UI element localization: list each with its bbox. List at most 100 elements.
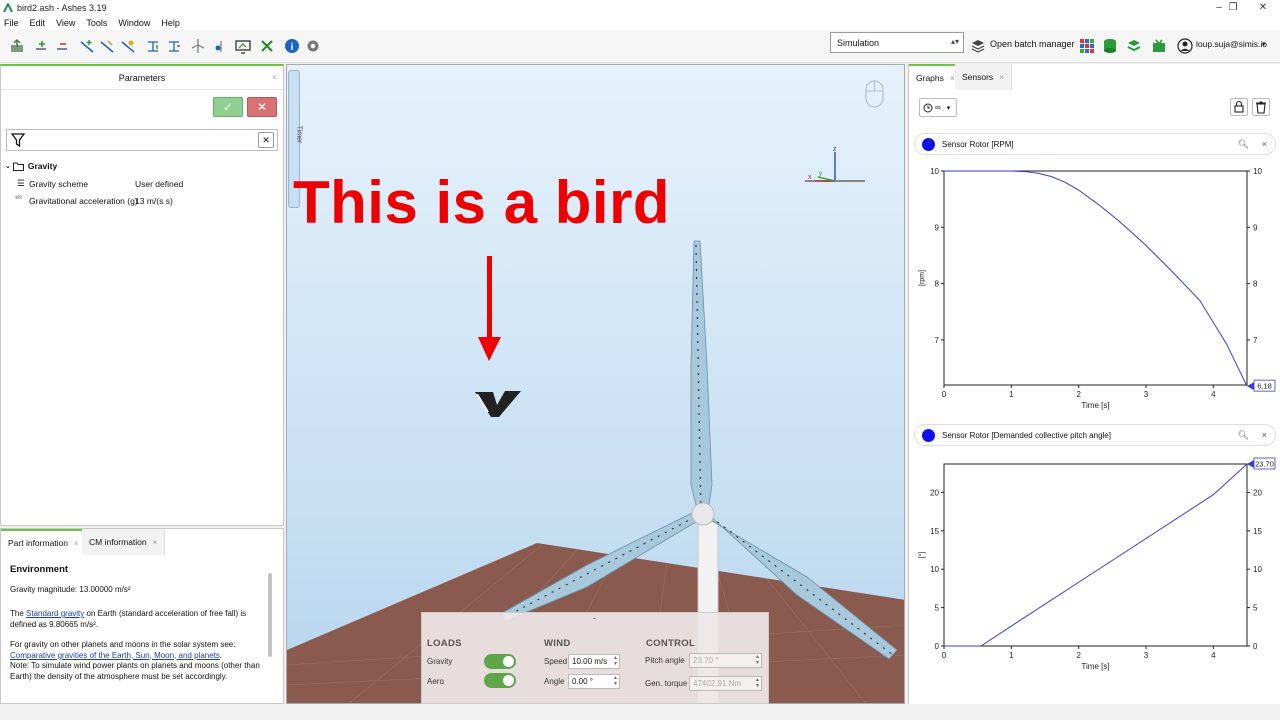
rpm-chart: 0 1 2 3 4 7 7 8 8 9 9 10 10 Time [s] [rpm] 6.18 (919, 167, 1276, 410)
tab-cm-information[interactable]: CM information × (82, 529, 166, 555)
y-tick-label-right: 0 (1253, 642, 1258, 651)
gravity-label: Gravity (427, 657, 453, 666)
tab-label: Sensors (962, 72, 994, 82)
tree-group-gravity[interactable]: ⌄ Gravity (5, 161, 57, 171)
mode-select[interactable]: Simulation ▴▾ (830, 32, 964, 53)
parameters-panel: Parameters × ✓ ✕ ✕ ⌄ Gravity ☰ Gravity s… (0, 64, 284, 526)
settings-gear-icon[interactable] (305, 38, 321, 54)
wind-speed-input[interactable]: 10.00 m/s ▲ ▼ (568, 654, 620, 669)
x-axis-label: Time [s] (1081, 662, 1109, 671)
add-constraint-icon[interactable] (145, 38, 161, 54)
run-analysis-icon[interactable] (259, 38, 275, 54)
comparative-gravities-link[interactable]: Comparative gravities of the Earth, Sun,… (10, 651, 220, 660)
param-value[interactable]: 13 m/(s s) (135, 196, 173, 206)
standard-gravity-link[interactable]: Standard gravity (26, 609, 84, 618)
close-tab-icon[interactable]: × (999, 73, 1004, 82)
zoom-icon[interactable]: 🔍︎ (1238, 430, 1249, 441)
add-beam-icon[interactable] (79, 38, 95, 54)
apply-button[interactable]: ✓ (213, 97, 243, 117)
param-value[interactable]: User defined (135, 179, 183, 189)
wind-angle-input[interactable]: 0.00 ° ▲ ▼ (568, 674, 620, 689)
tab-part-information[interactable]: Part information × (1, 529, 87, 555)
close-tab-icon[interactable]: × (153, 538, 158, 547)
delete-button[interactable] (1252, 98, 1270, 116)
scrollbar[interactable] (268, 573, 272, 657)
batch-manager-icon[interactable] (970, 38, 986, 54)
lock-icon (1234, 100, 1244, 113)
user-avatar-icon[interactable] (1177, 38, 1193, 54)
discard-button[interactable]: ✕ (247, 97, 277, 117)
menu-view[interactable]: View (56, 18, 75, 28)
orientation-axes-icon (805, 152, 865, 182)
tab-sensors[interactable]: Sensors × (955, 64, 1012, 90)
x-tick-label: 2 (1076, 651, 1081, 660)
end-value-marker (1247, 382, 1254, 391)
menu-window[interactable]: Window (118, 18, 150, 28)
y-tick-label: 10 (930, 565, 939, 574)
user-account[interactable]: loup.suja@simis.io (1196, 39, 1267, 49)
y-tick-label-right: 10 (1253, 565, 1262, 574)
stack-icon[interactable] (1126, 38, 1142, 54)
scene-canvas: z x y (287, 80, 904, 703)
x-tick-label: 1 (1009, 651, 1014, 660)
plugin-icon[interactable] (1151, 38, 1167, 54)
remove-node-icon[interactable] (54, 38, 70, 54)
title-bar: bird2.ash - Ashes 3.19 – ❐ ✕ (0, 0, 1280, 15)
chevron-down-icon: ⌄ (5, 163, 11, 170)
tree-group-label: Gravity (27, 161, 58, 171)
menu-help[interactable]: Help (161, 18, 180, 28)
close-tab-icon[interactable]: × (950, 74, 955, 83)
zoom-icon[interactable]: 🔍︎ (1238, 139, 1249, 150)
filter-input[interactable]: ✕ (6, 129, 278, 151)
beam-properties-icon[interactable] (120, 38, 136, 54)
pitch-angle-input[interactable]: 23.70 ° ▲ ▼ (689, 653, 762, 668)
display-icon[interactable] (235, 38, 251, 54)
info-text: . (219, 650, 223, 660)
gen-torque-input[interactable]: 47402.91 Nm ▲ ▼ (689, 676, 762, 691)
close-panel-icon[interactable]: × (272, 73, 277, 82)
menu-file[interactable]: File (4, 18, 19, 28)
color-grid-icon[interactable] (1079, 38, 1095, 54)
aero-toggle[interactable] (484, 673, 516, 688)
spin-arrows-icon[interactable]: ▲ ▼ (755, 677, 760, 689)
edit-constraint-icon[interactable] (166, 38, 182, 54)
info-icon[interactable]: i (284, 38, 300, 54)
info-paragraph: The Standard gravity on Earth (standard … (10, 609, 265, 630)
info-text: The (10, 609, 27, 618)
gravity-toggle[interactable] (484, 654, 516, 669)
time-window-select[interactable]: ∞ ▾ (919, 98, 957, 117)
chevron-down-icon[interactable]: ▾ (1262, 40, 1266, 48)
close-window-button[interactable]: ✕ (1250, 0, 1276, 15)
wind-turbine-icon[interactable] (190, 38, 206, 54)
info-content: Environment Gravity magnitude: 13.00000 … (10, 564, 265, 682)
mouse-icon[interactable] (865, 80, 884, 108)
clear-filter-button[interactable]: ✕ (258, 132, 274, 148)
clock-icon (923, 103, 933, 112)
add-node-icon[interactable] (33, 38, 49, 54)
bird-marker (475, 391, 521, 417)
collapse-handle[interactable]: - (593, 613, 596, 623)
spin-arrows-icon[interactable]: ▲ ▼ (755, 654, 760, 666)
menu-tools[interactable]: Tools (86, 18, 107, 28)
wind-title: WIND (544, 638, 571, 649)
close-tab-icon[interactable]: × (74, 539, 79, 548)
menu-edit[interactable]: Edit (30, 18, 46, 28)
lock-button[interactable] (1230, 98, 1248, 116)
sensor-icon[interactable] (213, 38, 229, 54)
tab-label: Part information (8, 538, 68, 548)
database-icon[interactable] (1102, 38, 1118, 54)
x-tick-label: 3 (1144, 651, 1149, 660)
edit-beam-icon[interactable] (99, 38, 115, 54)
mode-select-value: Simulation (837, 37, 880, 48)
maximize-button[interactable]: ❐ (1220, 0, 1246, 15)
graph-title: Sensor Rotor [RPM] (942, 139, 1014, 149)
spin-arrows-icon[interactable]: ▲ ▼ (613, 655, 618, 667)
axis-x-label: x (808, 174, 812, 181)
plot-frame (943, 170, 1248, 386)
open-batch-manager-button[interactable]: Open batch manager (990, 39, 1075, 49)
import-model-icon[interactable] (9, 38, 25, 54)
3d-viewport[interactable]: z x y (286, 64, 905, 704)
close-graph-icon[interactable]: × (1262, 430, 1267, 440)
close-graph-icon[interactable]: × (1262, 139, 1267, 149)
spin-arrows-icon[interactable]: ▲ ▼ (613, 675, 618, 687)
